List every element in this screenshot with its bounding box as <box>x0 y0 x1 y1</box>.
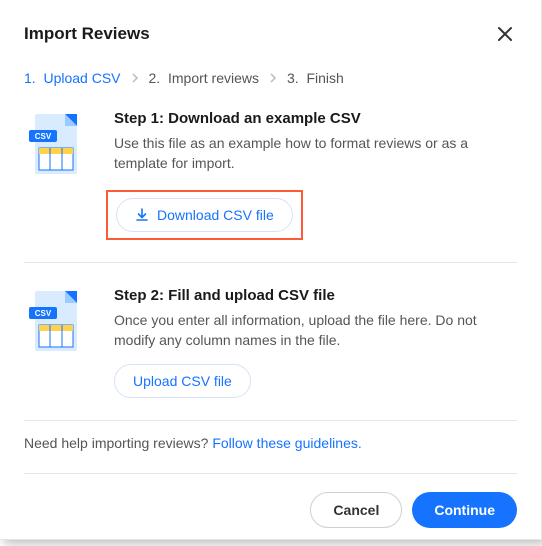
breadcrumb-step-2: 2. Import reviews <box>149 70 260 86</box>
upload-csv-button[interactable]: Upload CSV file <box>114 364 251 398</box>
step-2-title: Step 2: Fill and upload CSV file <box>114 287 517 304</box>
download-csv-button[interactable]: Download CSV file <box>116 198 293 232</box>
upload-csv-label: Upload CSV file <box>133 373 232 389</box>
step-2-desc: Once you enter all information, upload t… <box>114 310 517 351</box>
breadcrumb-step-1[interactable]: 1. Upload CSV <box>24 70 121 86</box>
svg-text:CSV: CSV <box>35 132 52 141</box>
chevron-right-icon <box>269 73 277 83</box>
import-reviews-modal: Import Reviews 1. Upload CSV 2. Import r… <box>0 0 542 540</box>
step-1-title: Step 1: Download an example CSV <box>114 110 517 127</box>
step-1-block: CSV Step 1: Download an example CSV Use … <box>24 86 517 263</box>
guidelines-link[interactable]: Follow these guidelines. <box>212 435 361 451</box>
modal-title: Import Reviews <box>24 24 150 44</box>
breadcrumb-step-3: 3. Finish <box>287 70 344 86</box>
step-2-block: CSV Step 2: Fill and upload CSV file Onc… <box>24 263 517 422</box>
close-icon[interactable] <box>493 22 517 46</box>
cancel-button[interactable]: Cancel <box>310 492 402 528</box>
step-1-desc: Use this file as an example how to forma… <box>114 133 517 174</box>
download-icon <box>135 208 149 222</box>
breadcrumb: 1. Upload CSV 2. Import reviews 3. Finis… <box>24 70 517 86</box>
help-row: Need help importing reviews? Follow thes… <box>24 435 517 474</box>
help-text: Need help importing reviews? <box>24 435 212 451</box>
svg-text:CSV: CSV <box>35 309 52 318</box>
modal-header: Import Reviews <box>24 22 517 46</box>
download-csv-label: Download CSV file <box>157 207 274 223</box>
modal-footer: Cancel Continue <box>24 474 517 528</box>
highlight-box: Download CSV file <box>106 190 303 240</box>
csv-file-icon: CSV <box>24 287 92 399</box>
continue-button[interactable]: Continue <box>412 492 517 528</box>
csv-file-icon: CSV <box>24 110 92 240</box>
chevron-right-icon <box>131 73 139 83</box>
